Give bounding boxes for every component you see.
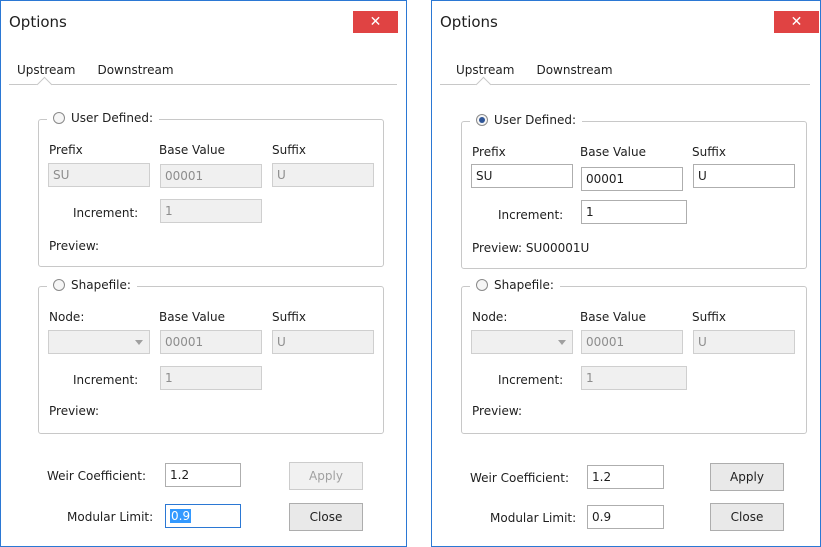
suffix-label: Suffix: [272, 143, 306, 157]
base-value-label: Base Value: [580, 145, 646, 159]
increment-field[interactable]: 1: [581, 200, 687, 224]
increment-label: Increment:: [498, 373, 564, 387]
user-defined-legend: User Defined:: [470, 113, 582, 127]
modular-limit-label: Modular Limit:: [67, 510, 154, 524]
apply-button[interactable]: Apply: [289, 462, 363, 490]
modular-limit-field[interactable]: 0.9: [165, 504, 241, 528]
base-value-field[interactable]: 00001: [581, 167, 683, 191]
tab-bar: Upstream Downstream: [13, 63, 178, 77]
active-tab-indicator: [36, 76, 53, 93]
node-label: Node:: [472, 310, 508, 324]
weir-coefficient-label: Weir Coefficient:: [47, 469, 146, 483]
suffix-field[interactable]: U: [272, 163, 374, 187]
preview-text: Preview:: [472, 404, 523, 418]
tab-downstream[interactable]: Downstream: [532, 63, 616, 77]
increment-field[interactable]: 1: [160, 366, 262, 390]
prefix-field[interactable]: SU: [471, 164, 573, 188]
close-dialog-button[interactable]: Close: [289, 503, 363, 531]
close-button[interactable]: ✕: [774, 11, 819, 33]
suffix-label: Suffix: [692, 310, 726, 324]
suffix-label: Suffix: [272, 310, 306, 324]
suffix-label: Suffix: [692, 145, 726, 159]
base-value-label: Base Value: [159, 143, 225, 157]
tab-downstream[interactable]: Downstream: [93, 63, 177, 77]
user-defined-legend: User Defined:: [47, 111, 159, 125]
weir-coefficient-field[interactable]: 1.2: [165, 463, 241, 487]
base-value-field[interactable]: 00001: [581, 330, 683, 354]
options-dialog-right: Options ✕ Upstream Downstream User Defin…: [431, 0, 821, 547]
prefix-label: Prefix: [472, 145, 506, 159]
suffix-field[interactable]: U: [693, 164, 795, 188]
shapefile-legend: Shapefile:: [470, 278, 560, 292]
shapefile-radio[interactable]: [476, 279, 488, 291]
preview-text: Preview:: [49, 404, 100, 418]
base-value-field[interactable]: 00001: [160, 330, 262, 354]
user-defined-group: User Defined: Prefix Base Value Suffix S…: [461, 113, 807, 269]
chevron-down-icon: [135, 340, 143, 345]
radio-selected-dot: [479, 117, 485, 123]
chevron-down-icon: [558, 340, 566, 345]
active-tab-indicator: [475, 76, 492, 93]
suffix-field[interactable]: U: [272, 330, 374, 354]
tab-upstream[interactable]: Upstream: [452, 63, 518, 77]
modular-limit-label: Modular Limit:: [490, 511, 577, 525]
dialog-title: Options: [440, 13, 498, 31]
shapefile-label: Shapefile:: [71, 278, 131, 292]
close-icon: ✕: [369, 14, 382, 30]
tab-bar: Upstream Downstream: [452, 63, 617, 77]
increment-field[interactable]: 1: [581, 366, 687, 390]
modular-limit-value: 0.9: [170, 509, 192, 523]
weir-coefficient-field[interactable]: 1.2: [587, 465, 664, 489]
base-value-field[interactable]: 00001: [160, 164, 262, 188]
dialog-title: Options: [9, 13, 67, 31]
increment-label: Increment:: [498, 208, 564, 222]
increment-label: Increment:: [73, 206, 139, 220]
user-defined-label: User Defined:: [494, 113, 576, 127]
tab-divider: [9, 84, 397, 85]
options-dialog-left: Options ✕ Upstream Downstream User Defin…: [0, 0, 407, 547]
base-value-label: Base Value: [580, 310, 646, 324]
suffix-field[interactable]: U: [693, 330, 795, 354]
tab-upstream[interactable]: Upstream: [13, 63, 79, 77]
base-value-label: Base Value: [159, 310, 225, 324]
preview-text: Preview: SU00001U: [472, 241, 590, 255]
user-defined-radio[interactable]: [53, 112, 65, 124]
user-defined-group: User Defined: Prefix Base Value Suffix S…: [38, 111, 384, 267]
user-defined-radio[interactable]: [476, 114, 488, 126]
apply-button[interactable]: Apply: [710, 463, 784, 491]
weir-coefficient-label: Weir Coefficient:: [470, 471, 569, 485]
preview-text: Preview:: [49, 239, 100, 253]
increment-field[interactable]: 1: [160, 199, 262, 223]
shapefile-radio[interactable]: [53, 279, 65, 291]
shapefile-group: Shapefile: Node: Base Value Suffix 00001…: [38, 278, 384, 434]
node-label: Node:: [49, 310, 85, 324]
node-combobox[interactable]: [471, 330, 573, 354]
increment-label: Increment:: [73, 373, 139, 387]
prefix-field[interactable]: SU: [48, 163, 150, 187]
shapefile-legend: Shapefile:: [47, 278, 137, 292]
close-icon: ✕: [790, 14, 803, 30]
shapefile-label: Shapefile:: [494, 278, 554, 292]
modular-limit-field[interactable]: 0.9: [587, 505, 664, 529]
close-button[interactable]: ✕: [353, 11, 398, 33]
shapefile-group: Shapefile: Node: Base Value Suffix 00001…: [461, 278, 807, 434]
user-defined-label: User Defined:: [71, 111, 153, 125]
tab-divider: [440, 84, 810, 85]
node-combobox[interactable]: [48, 330, 150, 354]
close-dialog-button[interactable]: Close: [710, 503, 784, 531]
prefix-label: Prefix: [49, 143, 83, 157]
